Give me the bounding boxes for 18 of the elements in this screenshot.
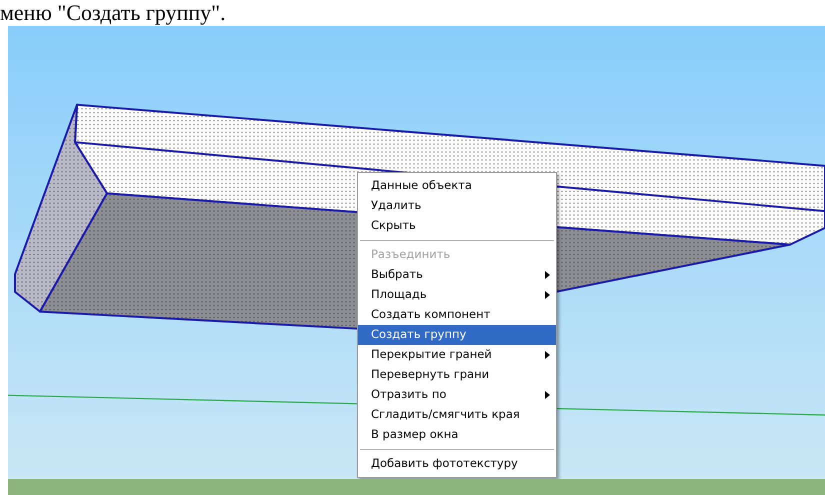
menu-item[interactable]: Выбрать bbox=[358, 265, 556, 285]
page-text: меню "Создать группу". bbox=[0, 2, 226, 24]
menu-item[interactable]: Скрыть bbox=[358, 216, 556, 236]
menu-item[interactable]: Перевернуть грани bbox=[358, 365, 556, 385]
menu-item[interactable]: Удалить bbox=[358, 196, 556, 216]
submenu-arrow-icon bbox=[545, 271, 550, 279]
submenu-arrow-icon bbox=[545, 391, 550, 399]
menu-item[interactable]: Площадь bbox=[358, 285, 556, 305]
submenu-arrow-icon bbox=[545, 291, 550, 299]
menu-item[interactable]: Сгладить/смягчить края bbox=[358, 405, 556, 425]
menu-item[interactable]: Отразить по bbox=[358, 385, 556, 405]
menu-item[interactable]: Создать компонент bbox=[358, 305, 556, 325]
menu-item[interactable]: Добавить фототекстуру bbox=[358, 454, 556, 474]
submenu-arrow-icon bbox=[545, 351, 550, 359]
menu-item[interactable]: В размер окна bbox=[358, 425, 556, 445]
menu-item[interactable]: Перекрытие граней bbox=[358, 345, 556, 365]
menu-item[interactable]: Данные объекта bbox=[358, 176, 556, 196]
menu-item[interactable]: Создать группу bbox=[358, 325, 556, 345]
